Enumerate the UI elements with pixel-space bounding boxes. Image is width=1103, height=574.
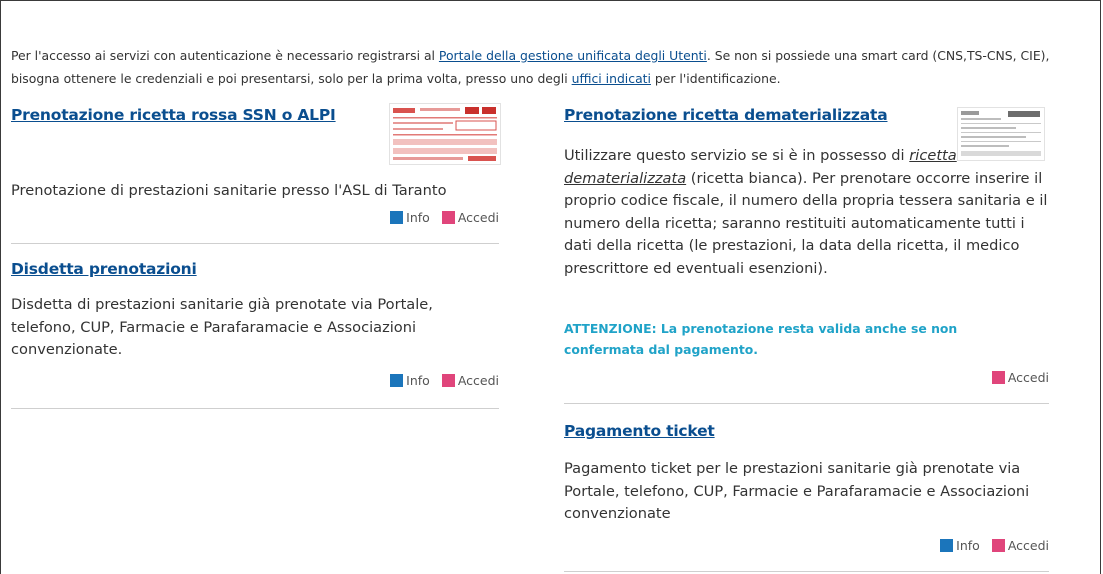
accedi-square-icon xyxy=(991,539,1005,552)
info-square-icon xyxy=(940,539,954,552)
accedi-square-icon xyxy=(441,211,455,224)
info-square-icon xyxy=(390,211,404,224)
info-button[interactable]: Info xyxy=(390,210,430,225)
info-label: Info xyxy=(406,373,430,388)
portale-link[interactable]: Portale della gestione unificata degli U… xyxy=(439,48,707,63)
dematerializzata-description: Utilizzare questo servizio se si è in po… xyxy=(564,145,1049,280)
dematerializzata-desc-text-1: Utilizzare questo servizio se si è in po… xyxy=(564,147,910,164)
uffici-link[interactable]: uffici indicati xyxy=(572,71,651,86)
accedi-square-icon xyxy=(441,374,455,387)
card-ticket: Pagamento ticket Pagamento ticket per le… xyxy=(564,404,1049,572)
intro-paragraph: Per l'accesso ai servizi con autenticazi… xyxy=(11,44,1081,90)
accedi-button[interactable]: Accedi xyxy=(991,370,1049,385)
right-column: Prenotazione ricetta dematerializzata Ut… xyxy=(564,100,1049,572)
disdetta-actions: Info Accedi xyxy=(382,373,499,388)
card-disdetta: Disdetta prenotazioni Disdetta di presta… xyxy=(11,244,499,409)
ricetta-rossa-title-link[interactable]: Prenotazione ricetta rossa SSN o ALPI xyxy=(11,106,336,124)
dematerializzata-title-link[interactable]: Prenotazione ricetta dematerializzata xyxy=(564,106,888,124)
ticket-description: Pagamento ticket per le prestazioni sani… xyxy=(564,460,1030,522)
accedi-button[interactable]: Accedi xyxy=(441,210,499,225)
attention-note: ATTENZIONE: La prenotazione resta valida… xyxy=(564,321,958,357)
ticket-title-link[interactable]: Pagamento ticket xyxy=(564,422,715,440)
info-button[interactable]: Info xyxy=(940,538,980,553)
info-label: Info xyxy=(406,210,430,225)
left-column: Prenotazione ricetta rossa SSN o ALPI Pr… xyxy=(11,100,501,409)
disdetta-title-link[interactable]: Disdetta prenotazioni xyxy=(11,260,197,278)
dematerializzata-actions: Accedi xyxy=(984,370,1049,385)
intro-text-1: Per l'accesso ai servizi con autenticazi… xyxy=(11,48,439,63)
ricetta-rossa-description: Prenotazione di prestazioni sanitarie pr… xyxy=(11,182,447,199)
accedi-square-icon xyxy=(991,371,1005,384)
ticket-actions: Info Accedi xyxy=(932,538,1049,553)
accedi-button[interactable]: Accedi xyxy=(441,373,499,388)
info-label: Info xyxy=(956,538,980,553)
red-prescription-thumbnail-icon xyxy=(389,103,501,165)
accedi-label: Accedi xyxy=(457,210,499,225)
card-dematerializzata: Prenotazione ricetta dematerializzata Ut… xyxy=(564,100,1049,404)
info-button[interactable]: Info xyxy=(390,373,430,388)
accedi-label: Accedi xyxy=(457,373,499,388)
disdetta-description: Disdetta di prestazioni sanitarie già pr… xyxy=(11,296,433,358)
card-ricetta-rossa: Prenotazione ricetta rossa SSN o ALPI Pr… xyxy=(11,100,501,244)
info-square-icon xyxy=(390,374,404,387)
accedi-button[interactable]: Accedi xyxy=(991,538,1049,553)
intro-text-3: per l'identificazione. xyxy=(650,71,781,86)
ricetta-rossa-actions: Info Accedi xyxy=(382,210,499,225)
accedi-label: Accedi xyxy=(1007,538,1049,553)
accedi-label: Accedi xyxy=(1007,370,1049,385)
